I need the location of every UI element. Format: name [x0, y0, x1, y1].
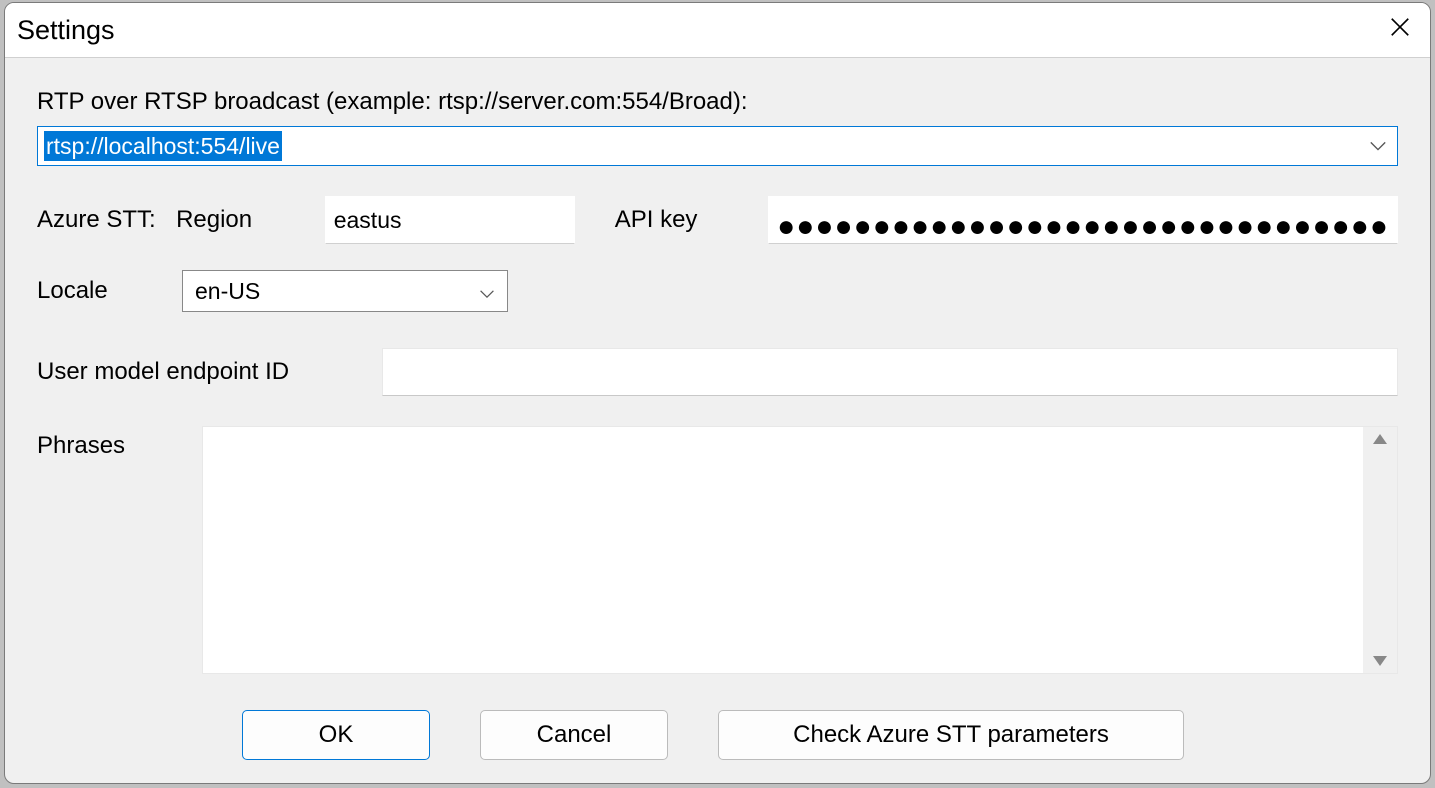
- settings-dialog: Settings RTP over RTSP broadcast (exampl…: [4, 2, 1431, 784]
- triangle-up-icon: [1372, 433, 1388, 445]
- chevron-down-icon: [479, 278, 495, 305]
- rtsp-combobox[interactable]: rtsp://localhost:554/live: [37, 126, 1398, 166]
- dialog-title: Settings: [13, 15, 115, 46]
- check-azure-button[interactable]: Check Azure STT parameters: [718, 710, 1184, 760]
- cancel-button[interactable]: Cancel: [480, 710, 668, 760]
- button-row: OK Cancel Check Azure STT parameters: [37, 710, 1398, 760]
- region-input[interactable]: [325, 196, 575, 244]
- azure-stt-label: Azure STT:: [37, 206, 176, 234]
- vertical-scrollbar[interactable]: [1363, 427, 1397, 673]
- scroll-up-button[interactable]: [1370, 431, 1390, 447]
- phrases-textarea[interactable]: [203, 427, 1363, 673]
- region-label: Region: [176, 206, 325, 234]
- locale-label: Locale: [37, 277, 182, 305]
- rtsp-label: RTP over RTSP broadcast (example: rtsp:/…: [37, 88, 748, 116]
- phrases-box: [202, 426, 1398, 674]
- endpoint-label: User model endpoint ID: [37, 358, 382, 386]
- phrases-label: Phrases: [37, 426, 202, 460]
- api-key-label: API key: [615, 206, 768, 234]
- triangle-down-icon: [1372, 655, 1388, 667]
- rtsp-value: rtsp://localhost:554/live: [44, 131, 282, 161]
- scroll-down-button[interactable]: [1370, 653, 1390, 669]
- locale-value: en-US: [195, 278, 260, 305]
- endpoint-row: User model endpoint ID: [37, 348, 1398, 396]
- close-icon: [1389, 16, 1411, 44]
- phrases-row: Phrases: [37, 426, 1398, 674]
- endpoint-input[interactable]: [382, 348, 1398, 396]
- locale-row: Locale en-US: [37, 270, 1398, 312]
- azure-stt-row: Azure STT: Region API key ●●●●●●●●●●●●●●…: [37, 196, 1398, 244]
- ok-button[interactable]: OK: [242, 710, 430, 760]
- api-key-input[interactable]: ●●●●●●●●●●●●●●●●●●●●●●●●●●●●●●●●: [768, 196, 1398, 244]
- close-button[interactable]: [1382, 12, 1418, 48]
- dialog-content: RTP over RTSP broadcast (example: rtsp:/…: [5, 58, 1430, 780]
- chevron-down-icon: [1369, 140, 1387, 152]
- locale-select[interactable]: en-US: [182, 270, 508, 312]
- titlebar: Settings: [5, 3, 1430, 58]
